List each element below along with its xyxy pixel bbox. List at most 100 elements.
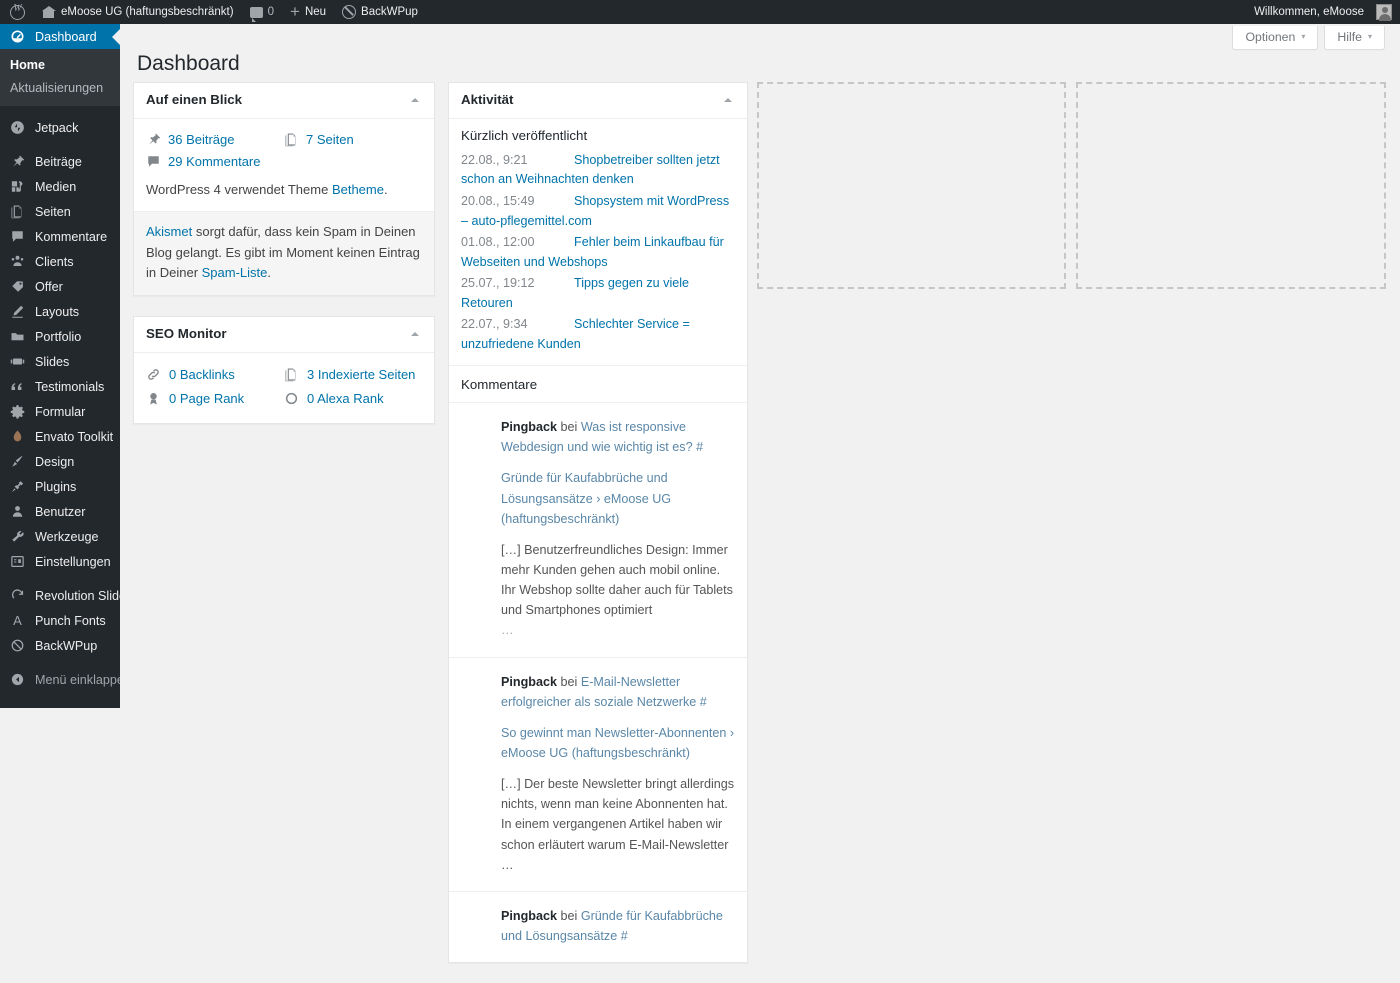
- screen-meta-links: Optionen ▾ Hilfe ▾: [1232, 26, 1385, 50]
- recently-published-list: 22.08., 9:21 Shopbetreiber sollten jetzt …: [449, 150, 747, 365]
- comments-count: 0: [267, 6, 274, 18]
- backwpup-menu[interactable]: BackWPup: [334, 0, 426, 24]
- empty-widget-dropzone[interactable]: [1076, 82, 1386, 289]
- sidebar-item-label: Seiten: [35, 204, 71, 219]
- list-item[interactable]: 36 Beiträge: [146, 129, 284, 151]
- pencil-icon: [9, 303, 26, 320]
- seo-page-rank-link[interactable]: 0 Page Rank: [169, 391, 244, 406]
- list-item[interactable]: 0 Page Rank: [146, 387, 284, 411]
- sidebar-item-werkzeuge[interactable]: Werkzeuge: [0, 524, 120, 549]
- sidebar-item-envato-toolkit[interactable]: Envato Toolkit: [0, 424, 120, 449]
- list-item[interactable]: 3 Indexierte Seiten: [284, 363, 422, 387]
- plug-icon: [9, 478, 26, 495]
- gear-icon: [9, 403, 26, 420]
- list-item[interactable]: 7 Seiten: [284, 129, 422, 151]
- plus-icon: +: [290, 2, 300, 21]
- sidebar-item-punch-fonts[interactable]: A Punch Fonts: [0, 608, 120, 633]
- sidebar-item-dashboard[interactable]: Dashboard: [0, 24, 120, 49]
- widget-header[interactable]: Auf einen Blick: [134, 83, 434, 119]
- comment-source-link[interactable]: Gründe für Kaufabbrüche und Lösungsansät…: [501, 471, 671, 525]
- comments-bubble[interactable]: 0: [242, 0, 282, 24]
- sidebar-item-label: Beiträge: [35, 154, 82, 169]
- comment-bei: bei: [557, 674, 581, 689]
- sidebar-item-layouts[interactable]: Layouts: [0, 299, 120, 324]
- sidebar-item-kommentare[interactable]: Kommentare: [0, 224, 120, 249]
- sidebar-item-benutzer[interactable]: Benutzer: [0, 499, 120, 524]
- list-item[interactable]: 29 Kommentare: [146, 151, 284, 173]
- comment-source-link[interactable]: So gewinnt man Newsletter-Abonnenten › e…: [501, 726, 734, 760]
- glance-comments-link[interactable]: 29 Kommentare: [168, 154, 261, 169]
- sidebar-item-offer[interactable]: Offer: [0, 274, 120, 299]
- sidebar-subitem-updates[interactable]: Aktualisierungen: [0, 77, 120, 100]
- dashboard-submenu: Home Aktualisierungen: [0, 49, 120, 106]
- sidebar-item-label: Layouts: [35, 304, 80, 319]
- seo-indexed-pages-link[interactable]: 3 Indexierte Seiten: [307, 367, 415, 382]
- sidebar-item-plugins[interactable]: Plugins: [0, 474, 120, 499]
- sidebar-item-medien[interactable]: Medien: [0, 174, 120, 199]
- screen-options-button[interactable]: Optionen ▾: [1232, 26, 1319, 50]
- widget-activity: Aktivität Kürzlich veröffentlicht 22.08.…: [448, 82, 748, 964]
- wp-logo-menu[interactable]: [0, 0, 34, 24]
- admin-bar: eMoose UG (haftungsbeschränkt) 0 + Neu B…: [0, 0, 1400, 24]
- list-item[interactable]: 0 Backlinks: [146, 363, 284, 387]
- sidebar-item-seiten[interactable]: Seiten: [0, 199, 120, 224]
- sidebar-item-label: Kommentare: [35, 229, 108, 244]
- theme-link[interactable]: Betheme: [332, 182, 384, 197]
- main-content: Optionen ▾ Hilfe ▾ Dashboard Auf einen B…: [120, 24, 1400, 964]
- list-item[interactable]: 0 Alexa Rank: [284, 387, 422, 411]
- sidebar-item-portfolio[interactable]: Portfolio: [0, 324, 120, 349]
- site-name-menu[interactable]: eMoose UG (haftungsbeschränkt): [34, 0, 242, 24]
- collapse-toggle-icon[interactable]: [408, 93, 422, 107]
- brush-icon: [9, 453, 26, 470]
- glance-pages-link[interactable]: 7 Seiten: [306, 132, 354, 147]
- greeting-label: Willkommen, eMoose: [1254, 6, 1364, 18]
- seo-backlinks-link[interactable]: 0 Backlinks: [169, 367, 235, 382]
- sidebar-item-design[interactable]: Design: [0, 449, 120, 474]
- glance-posts-link[interactable]: 36 Beiträge: [168, 132, 235, 147]
- akismet-link[interactable]: Akismet: [146, 224, 192, 239]
- sidebar-item-formular[interactable]: Formular: [0, 399, 120, 424]
- award-icon: [146, 391, 161, 406]
- envato-icon: [9, 428, 26, 445]
- dashboard-widgets: Auf einen Blick 36 Beiträge 7 Seiten 29 …: [133, 82, 1400, 964]
- collapse-toggle-icon[interactable]: [721, 93, 735, 107]
- sidebar-item-beitraege[interactable]: Beiträge: [0, 149, 120, 174]
- sidebar-item-einstellungen[interactable]: Einstellungen: [0, 549, 120, 574]
- list-item: Pingback bei Was ist responsive Webdesig…: [449, 402, 747, 657]
- backwpup-icon: [342, 5, 357, 19]
- sidebar-subitem-home[interactable]: Home: [0, 54, 120, 77]
- sidebar-item-label: Medien: [35, 179, 77, 194]
- admin-sidebar-menu: Dashboard Home Aktualisierungen Jetpack …: [0, 24, 120, 708]
- widget-header[interactable]: Aktivität: [449, 83, 747, 119]
- pin-icon: [146, 132, 161, 147]
- sidebar-item-revolution-slider[interactable]: Revolution Slider: [0, 583, 120, 608]
- help-button[interactable]: Hilfe ▾: [1324, 26, 1385, 50]
- spam-list-link[interactable]: Spam-Liste: [202, 265, 268, 280]
- sidebar-item-label: Jetpack: [35, 120, 79, 135]
- sidebar-item-label: Formular: [35, 404, 86, 419]
- sidebar-item-label: Revolution Slider: [35, 588, 120, 603]
- seo-alexa-rank-link[interactable]: 0 Alexa Rank: [307, 391, 384, 406]
- new-content-menu[interactable]: + Neu: [282, 0, 334, 24]
- widget-header[interactable]: SEO Monitor: [134, 317, 434, 353]
- list-item: 25.07., 19:12 Tipps gegen zu viele Retour…: [461, 273, 735, 314]
- akismet-text-2: .: [267, 264, 272, 280]
- sidebar-item-slides[interactable]: Slides: [0, 349, 120, 374]
- sidebar-item-label: Benutzer: [35, 504, 86, 519]
- collapse-toggle-icon[interactable]: [408, 327, 422, 341]
- empty-widget-dropzone[interactable]: [757, 82, 1066, 289]
- sidebar-item-backwpup[interactable]: BackWPup: [0, 633, 120, 658]
- user-icon: [9, 503, 26, 520]
- sidebar-item-clients[interactable]: Clients: [0, 249, 120, 274]
- sidebar-item-testimonials[interactable]: Testimonials: [0, 374, 120, 399]
- account-menu[interactable]: Willkommen, eMoose: [1246, 0, 1400, 24]
- sidebar-item-label: Clients: [35, 254, 74, 269]
- collapse-menu-button[interactable]: Menü einklappen: [0, 667, 120, 692]
- sidebar-item-jetpack[interactable]: Jetpack: [0, 115, 120, 140]
- comment-icon: [9, 228, 26, 245]
- pin-icon: [9, 153, 26, 170]
- dashboard-column-3: [757, 82, 1066, 289]
- widget-body: 0 Backlinks 3 Indexierte Seiten 0 Page R…: [134, 353, 434, 423]
- comment-meta: Pingback bei Gründe für Kaufabbrüche und…: [501, 906, 735, 946]
- widget-title: Aktivität: [461, 92, 514, 107]
